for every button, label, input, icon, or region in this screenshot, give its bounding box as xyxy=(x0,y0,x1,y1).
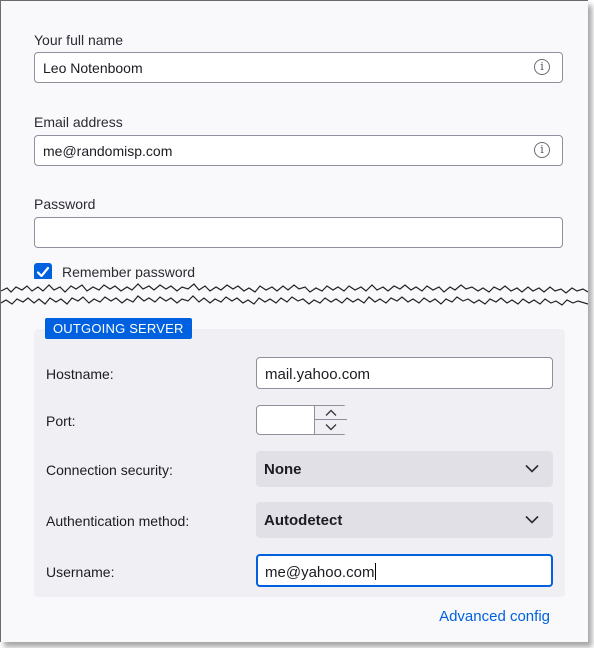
outgoing-server-legend: OUTGOING SERVER xyxy=(45,318,192,339)
port-increment-button[interactable] xyxy=(315,406,347,420)
dialog-frame: Your full name Leo Notenboom i Email add… xyxy=(0,0,588,642)
chevron-down-icon xyxy=(525,515,539,524)
username-value-wrap: me@yahoo.com xyxy=(265,563,377,581)
port-label: Port: xyxy=(46,413,76,429)
hostname-input[interactable]: mail.yahoo.com xyxy=(256,357,553,389)
checkmark-icon xyxy=(36,266,50,278)
username-label: Username: xyxy=(46,564,115,580)
username-input[interactable]: me@yahoo.com xyxy=(256,554,553,587)
chevron-up-icon xyxy=(325,409,337,416)
authentication-method-select[interactable]: Autodetect xyxy=(256,502,553,538)
port-spin-buttons xyxy=(314,406,347,434)
info-icon[interactable]: i xyxy=(534,142,550,158)
chevron-down-icon xyxy=(525,464,539,473)
connection-security-value: None xyxy=(264,461,302,478)
connection-security-label: Connection security: xyxy=(46,462,173,478)
port-stepper[interactable] xyxy=(256,405,347,435)
password-field[interactable] xyxy=(34,217,563,248)
hostname-value: mail.yahoo.com xyxy=(265,366,371,383)
email-value: me@randomisp.com xyxy=(43,143,173,159)
advanced-config-link[interactable]: Advanced config xyxy=(439,608,550,625)
connection-security-select[interactable]: None xyxy=(256,451,553,487)
identity-section: Your full name Leo Notenboom i Email add… xyxy=(1,1,588,301)
text-caret xyxy=(375,563,377,580)
password-label: Password xyxy=(34,196,96,212)
torn-edge-divider xyxy=(1,279,588,319)
chevron-down-icon xyxy=(325,424,337,431)
hostname-label: Hostname: xyxy=(46,366,114,382)
full-name-label: Your full name xyxy=(34,32,123,48)
authentication-method-label: Authentication method: xyxy=(46,513,190,529)
email-label: Email address xyxy=(34,114,123,130)
authentication-method-value: Autodetect xyxy=(264,512,343,529)
username-value: me@yahoo.com xyxy=(265,564,375,581)
full-name-field[interactable]: Leo Notenboom i xyxy=(34,52,563,83)
email-field[interactable]: me@randomisp.com i xyxy=(34,135,563,166)
remember-password-label: Remember password xyxy=(62,264,196,280)
info-icon[interactable]: i xyxy=(534,59,550,75)
port-decrement-button[interactable] xyxy=(315,420,347,434)
full-name-value: Leo Notenboom xyxy=(43,60,143,76)
